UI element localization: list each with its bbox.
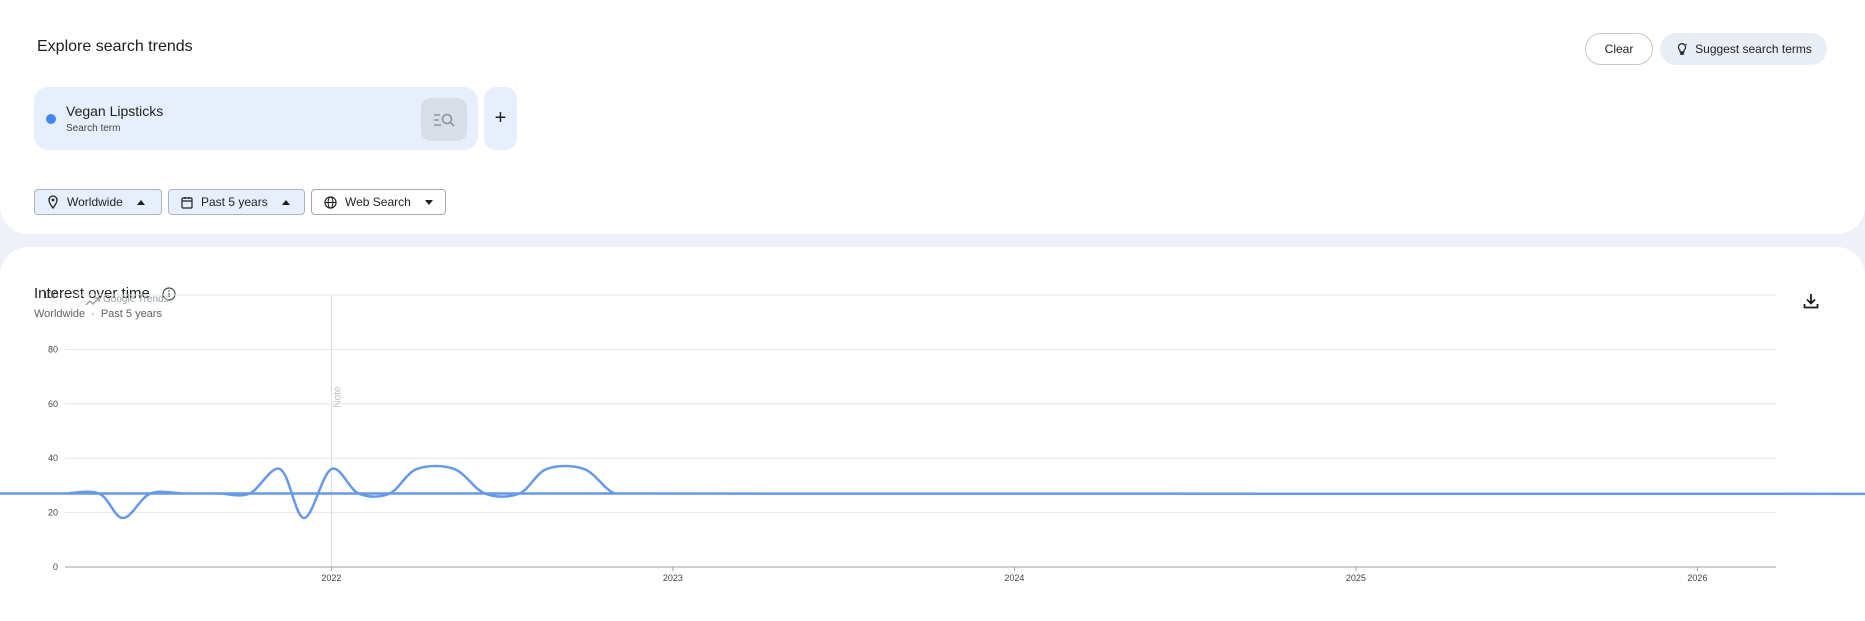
y-tick-label: 40 [48, 453, 58, 463]
suggest-label: Suggest search terms [1695, 42, 1812, 56]
page-title: Explore search trends [37, 38, 193, 55]
x-tick-label: 2026 [1687, 573, 1707, 583]
trend-chart: 0 20 40 60 80 100 2022 2023 2024 2025 2026 Note Goog… [0, 290, 1865, 583]
location-filter[interactable]: Worldwide [34, 189, 162, 215]
term-search-button[interactable] [421, 98, 467, 141]
x-tick-label: 2023 [663, 573, 683, 583]
y-tick-label: 60 [48, 399, 58, 409]
property-label: Web Search [345, 195, 411, 209]
trend-arrow-icon [85, 297, 100, 306]
series-line [0, 466, 1865, 567]
clear-button[interactable]: Clear [1585, 33, 1653, 65]
caret-up-icon [136, 199, 145, 205]
sparkle-bulb-icon [1678, 43, 1688, 55]
interest-over-time-card: Interest over time Worldwide · Past 5 ye… [0, 247, 1865, 621]
calendar-icon [181, 196, 193, 209]
caret-up-icon [281, 199, 290, 205]
y-tick-label: 20 [48, 508, 58, 518]
term-type: Search term [66, 123, 121, 134]
globe-icon [324, 195, 337, 209]
time-range-label: Past 5 years [201, 195, 268, 209]
x-tick-label: 2022 [321, 573, 341, 583]
add-term-button[interactable]: + [484, 87, 517, 150]
term-name: Vegan Lipsticks [66, 103, 164, 119]
watermark-label: Google Trends [103, 294, 169, 305]
suggest-search-terms-button[interactable]: Suggest search terms [1660, 33, 1827, 65]
caret-down-icon [424, 199, 433, 205]
search-term-card[interactable]: Vegan Lipsticks Search term [34, 87, 478, 150]
time-range-filter[interactable]: Past 5 years [168, 189, 305, 215]
list-search-icon [434, 113, 455, 127]
explore-panel: Explore search trends Clear Suggest sear… [0, 0, 1865, 234]
property-filter[interactable]: Web Search [311, 189, 446, 215]
y-tick-label: 80 [48, 344, 58, 354]
y-tick-label: 0 [53, 562, 58, 572]
location-label: Worldwide [67, 195, 123, 209]
x-tick-label: 2024 [1004, 573, 1024, 583]
y-tick-label: 100 [43, 290, 58, 300]
x-tick-label: 2025 [1346, 573, 1366, 583]
term-color-dot [46, 114, 56, 124]
location-pin-icon [48, 195, 58, 209]
note-label: Note [332, 386, 343, 408]
